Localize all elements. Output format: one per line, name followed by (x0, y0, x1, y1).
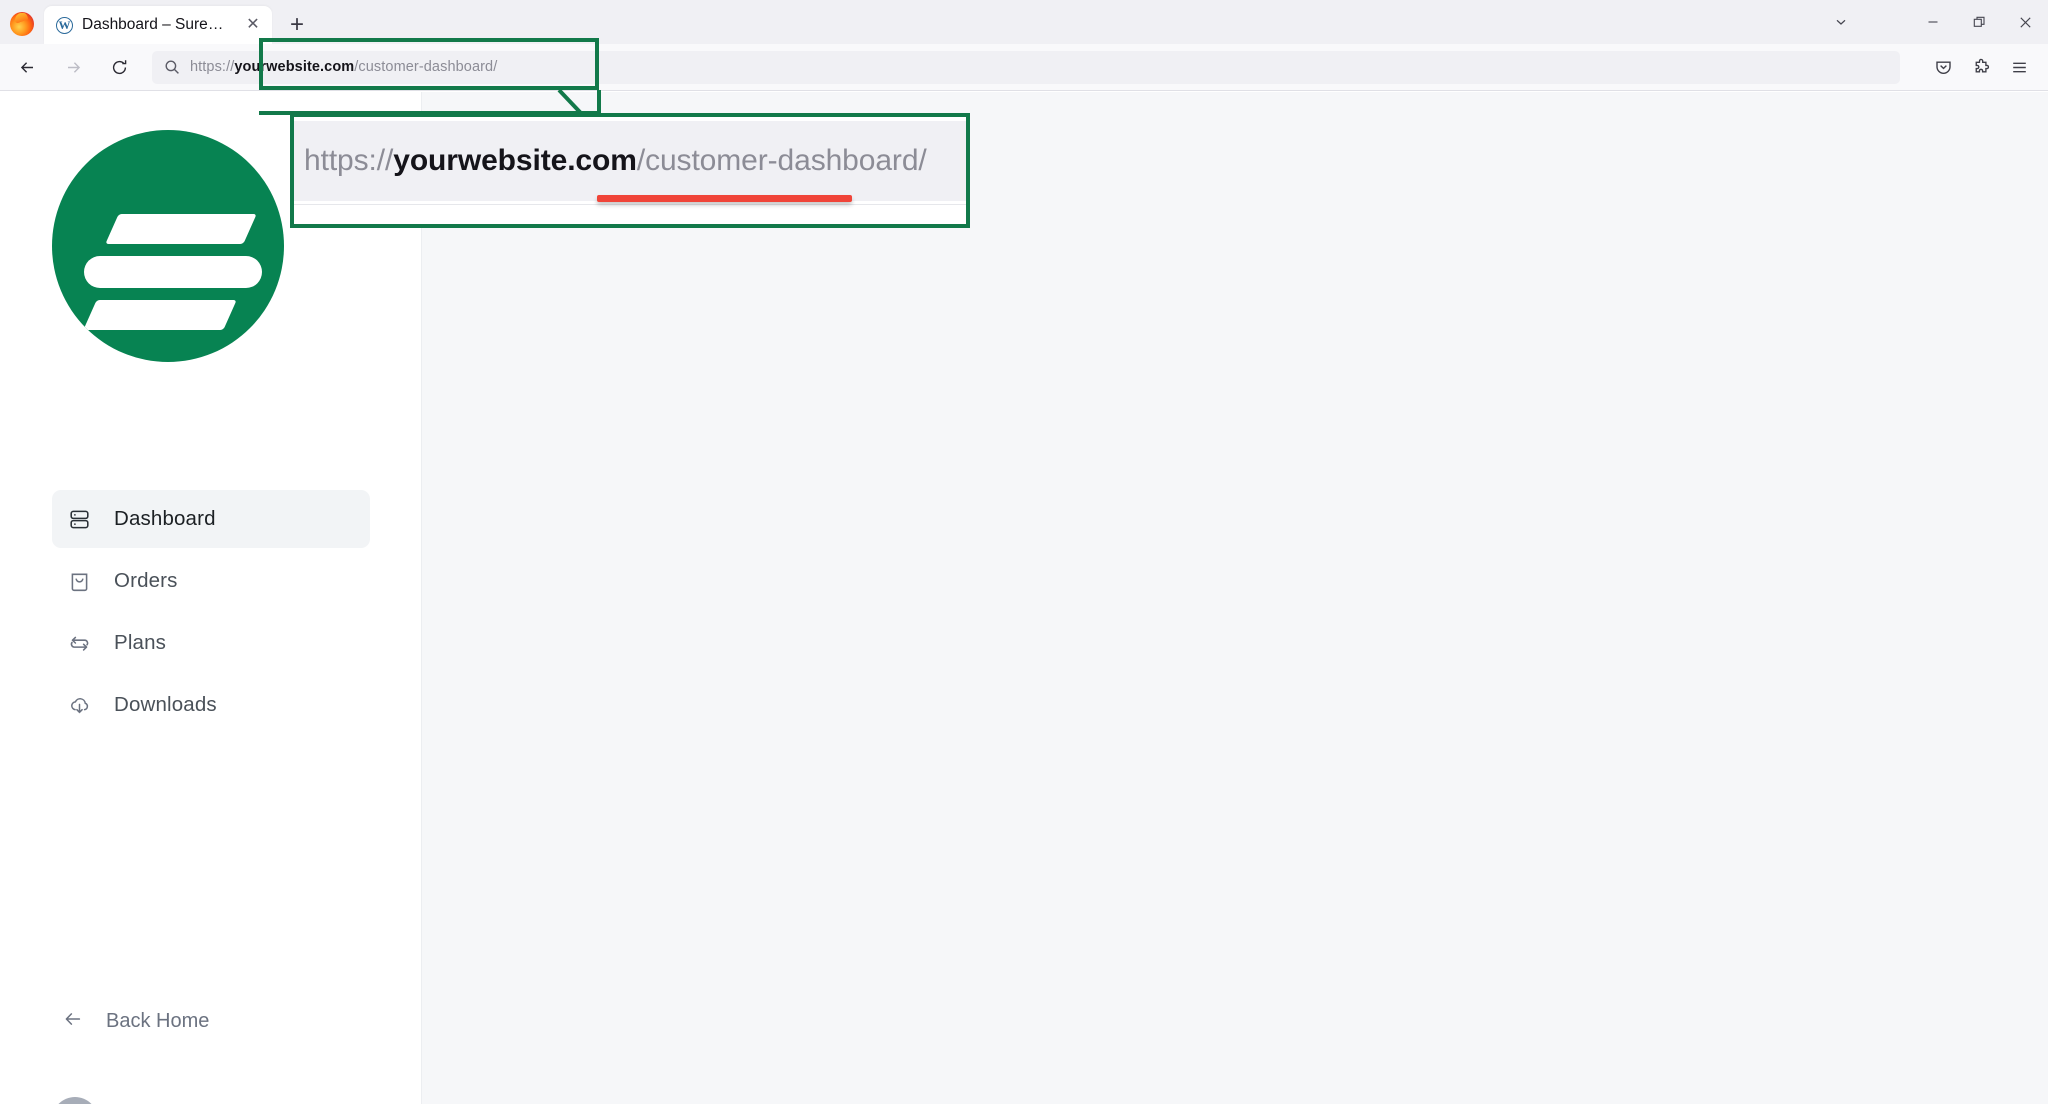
annotation-callout-magnifier: https://yourwebsite.com/customer-dashboa… (290, 113, 970, 228)
callout-bottom-strip (294, 204, 966, 224)
minimize-button[interactable] (1910, 0, 1956, 44)
logo-bar-bottom (83, 300, 237, 330)
forward-button[interactable] (54, 50, 92, 84)
hamburger-menu-icon[interactable] (2000, 50, 2038, 84)
browser-tab-active[interactable]: W Dashboard – SureCraft ✕ (44, 6, 272, 44)
maximize-restore-button[interactable] (1956, 0, 2002, 44)
red-underline-marker (597, 195, 852, 202)
callout-url-text: https://yourwebsite.com/customer-dashboa… (304, 144, 927, 178)
search-icon (164, 59, 180, 75)
firefox-logo-icon (10, 12, 34, 36)
page-viewport: Dashboard Orders Plans Downloads Back Ho… (0, 92, 2048, 1104)
back-home-link[interactable]: Back Home (52, 1002, 219, 1041)
new-tab-button[interactable]: + (280, 8, 314, 42)
toolbar-right-actions (1924, 50, 2048, 84)
close-icon[interactable]: ✕ (242, 14, 264, 36)
sidebar-item-plans[interactable]: Plans (52, 614, 370, 672)
extensions-puzzle-icon[interactable] (1962, 50, 2000, 84)
sidebar-item-label: Orders (114, 569, 178, 592)
sidebar-item-label: Dashboard (114, 507, 216, 530)
user-account-row[interactable]: P Peter Smith (52, 1097, 370, 1104)
logo-bar-top (105, 214, 257, 244)
window-controls (1818, 0, 2048, 44)
tab-list-chevron-down-icon[interactable] (1818, 0, 1864, 44)
main-content-area (422, 92, 2048, 1104)
sidebar-item-orders[interactable]: Orders (52, 552, 370, 610)
callout-url-path: /customer-dashboard/ (636, 144, 927, 177)
callout-url-host: yourwebsite.com (393, 144, 637, 177)
callout-url-scheme: https:// (304, 144, 394, 177)
callout-address-bar: https://yourwebsite.com/customer-dashboa… (294, 121, 966, 201)
url-scheme: https:// (190, 59, 235, 75)
sidebar-item-label: Downloads (114, 693, 217, 716)
sidebar-item-dashboard[interactable]: Dashboard (52, 490, 370, 548)
avatar: P (52, 1097, 98, 1104)
annotation-highlight-box (259, 38, 599, 90)
save-to-pocket-icon[interactable] (1924, 50, 1962, 84)
sidebar-item-downloads[interactable]: Downloads (52, 676, 370, 734)
sidebar-item-label: Plans (114, 631, 167, 654)
browser-window: W Dashboard – SureCraft ✕ + https://your… (0, 0, 2048, 1104)
back-home-label: Back Home (106, 1010, 210, 1032)
reload-button[interactable] (100, 50, 138, 84)
close-window-button[interactable] (2002, 0, 2048, 44)
tab-title: Dashboard – SureCraft (82, 16, 233, 33)
arrow-left-icon (62, 1008, 84, 1035)
shopping-bag-icon (66, 568, 92, 594)
sidebar: Dashboard Orders Plans Downloads Back Ho… (0, 92, 422, 1104)
cloud-download-icon (66, 692, 92, 718)
repeat-arrows-icon (66, 630, 92, 656)
wordpress-favicon-icon: W (56, 16, 73, 34)
logo-bar-middle (84, 256, 262, 288)
back-button[interactable] (8, 50, 46, 84)
layers-stack-icon (66, 506, 92, 532)
surecraft-logo-icon[interactable] (52, 130, 284, 362)
sidebar-nav: Dashboard Orders Plans Downloads (0, 490, 422, 734)
